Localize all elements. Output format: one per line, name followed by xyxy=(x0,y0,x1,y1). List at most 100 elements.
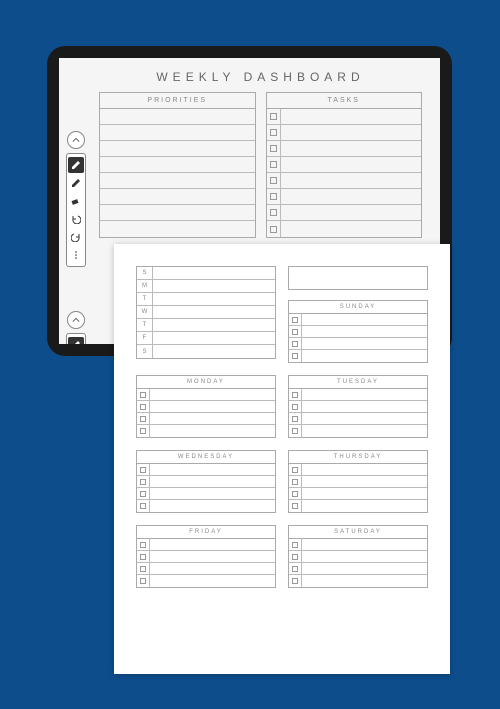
day-task-line[interactable] xyxy=(137,425,275,437)
habit-row[interactable]: T xyxy=(137,319,275,332)
toolbar-collapse-button[interactable] xyxy=(67,131,85,149)
checkbox-icon[interactable] xyxy=(270,209,277,216)
checkbox-icon[interactable] xyxy=(140,404,146,410)
task-line[interactable] xyxy=(267,157,422,173)
priority-line[interactable] xyxy=(100,109,255,125)
habit-row[interactable]: M xyxy=(137,280,275,293)
day-checkbox-cell xyxy=(289,563,302,574)
day-task-line[interactable] xyxy=(137,401,275,413)
day-task-line[interactable] xyxy=(289,413,427,425)
priority-line[interactable] xyxy=(100,141,255,157)
day-task-line[interactable] xyxy=(137,563,275,575)
task-line[interactable] xyxy=(267,173,422,189)
priority-line[interactable] xyxy=(100,221,255,237)
redo-icon xyxy=(71,232,81,242)
checkbox-icon[interactable] xyxy=(292,428,298,434)
checkbox-icon[interactable] xyxy=(140,578,146,584)
day-task-line[interactable] xyxy=(289,563,427,575)
checkbox-icon[interactable] xyxy=(292,467,298,473)
day-task-line[interactable] xyxy=(137,551,275,563)
day-task-line[interactable] xyxy=(289,500,427,512)
checkbox-icon[interactable] xyxy=(292,491,298,497)
checkbox-icon[interactable] xyxy=(270,113,277,120)
day-task-line[interactable] xyxy=(289,488,427,500)
pen-tool-button[interactable] xyxy=(68,157,84,173)
day-task-line[interactable] xyxy=(137,539,275,551)
habit-row[interactable]: F xyxy=(137,332,275,345)
checkbox-icon[interactable] xyxy=(270,161,277,168)
day-task-line[interactable] xyxy=(289,464,427,476)
priority-line[interactable] xyxy=(100,205,255,221)
day-task-line[interactable] xyxy=(137,488,275,500)
checkbox-icon[interactable] xyxy=(140,479,146,485)
highlighter-tool-button[interactable] xyxy=(68,175,84,191)
habit-row[interactable]: S xyxy=(137,267,275,280)
day-task-line[interactable] xyxy=(137,464,275,476)
checkbox-icon[interactable] xyxy=(270,177,277,184)
checkbox-icon[interactable] xyxy=(292,542,298,548)
checkbox-icon[interactable] xyxy=(140,392,146,398)
checkbox-icon[interactable] xyxy=(292,392,298,398)
more-button[interactable] xyxy=(68,247,84,263)
checkbox-icon[interactable] xyxy=(270,193,277,200)
day-task-line[interactable] xyxy=(289,314,427,326)
habit-row[interactable]: S xyxy=(137,345,275,358)
checkbox-icon[interactable] xyxy=(140,491,146,497)
day-task-line[interactable] xyxy=(289,326,427,338)
day-task-line[interactable] xyxy=(137,389,275,401)
day-task-line[interactable] xyxy=(289,575,427,587)
checkbox-icon[interactable] xyxy=(140,554,146,560)
checkbox-icon[interactable] xyxy=(292,416,298,422)
checkbox-icon[interactable] xyxy=(140,428,146,434)
day-task-line[interactable] xyxy=(289,401,427,413)
day-task-line[interactable] xyxy=(289,551,427,563)
day-task-line[interactable] xyxy=(289,350,427,362)
priority-line[interactable] xyxy=(100,125,255,141)
day-task-line[interactable] xyxy=(289,539,427,551)
redo-button[interactable] xyxy=(68,229,84,245)
day-task-line[interactable] xyxy=(289,476,427,488)
day-checkbox-cell xyxy=(289,575,302,587)
checkbox-icon[interactable] xyxy=(140,542,146,548)
priority-line[interactable] xyxy=(100,173,255,189)
notes-box[interactable] xyxy=(288,266,428,290)
day-task-line[interactable] xyxy=(137,413,275,425)
day-task-line[interactable] xyxy=(137,476,275,488)
checkbox-icon[interactable] xyxy=(292,341,298,347)
checkbox-icon[interactable] xyxy=(292,503,298,509)
checkbox-icon[interactable] xyxy=(292,353,298,359)
habit-row[interactable]: W xyxy=(137,306,275,319)
task-line[interactable] xyxy=(267,189,422,205)
habit-row[interactable]: T xyxy=(137,293,275,306)
checkbox-icon[interactable] xyxy=(140,467,146,473)
checkbox-icon[interactable] xyxy=(292,578,298,584)
checkbox-icon[interactable] xyxy=(292,554,298,560)
task-line[interactable] xyxy=(267,125,422,141)
day-task-line[interactable] xyxy=(137,575,275,587)
checkbox-icon[interactable] xyxy=(292,317,298,323)
checkbox-icon[interactable] xyxy=(270,145,277,152)
day-task-line[interactable] xyxy=(289,425,427,437)
task-line[interactable] xyxy=(267,109,422,125)
undo-button[interactable] xyxy=(68,211,84,227)
pen-tool-button[interactable] xyxy=(68,337,84,344)
checkbox-icon[interactable] xyxy=(292,479,298,485)
day-task-line[interactable] xyxy=(289,338,427,350)
eraser-tool-button[interactable] xyxy=(68,193,84,209)
task-line[interactable] xyxy=(267,205,422,221)
priority-line[interactable] xyxy=(100,157,255,173)
checkbox-icon[interactable] xyxy=(140,566,146,572)
checkbox-icon[interactable] xyxy=(292,329,298,335)
checkbox-icon[interactable] xyxy=(140,503,146,509)
task-line[interactable] xyxy=(267,141,422,157)
day-task-line[interactable] xyxy=(137,500,275,512)
checkbox-icon[interactable] xyxy=(270,129,277,136)
day-task-line[interactable] xyxy=(289,389,427,401)
priority-line[interactable] xyxy=(100,189,255,205)
toolbar-collapse-button[interactable] xyxy=(67,311,85,329)
task-line[interactable] xyxy=(267,221,422,237)
checkbox-icon[interactable] xyxy=(292,566,298,572)
checkbox-icon[interactable] xyxy=(270,226,277,233)
checkbox-icon[interactable] xyxy=(292,404,298,410)
checkbox-icon[interactable] xyxy=(140,416,146,422)
